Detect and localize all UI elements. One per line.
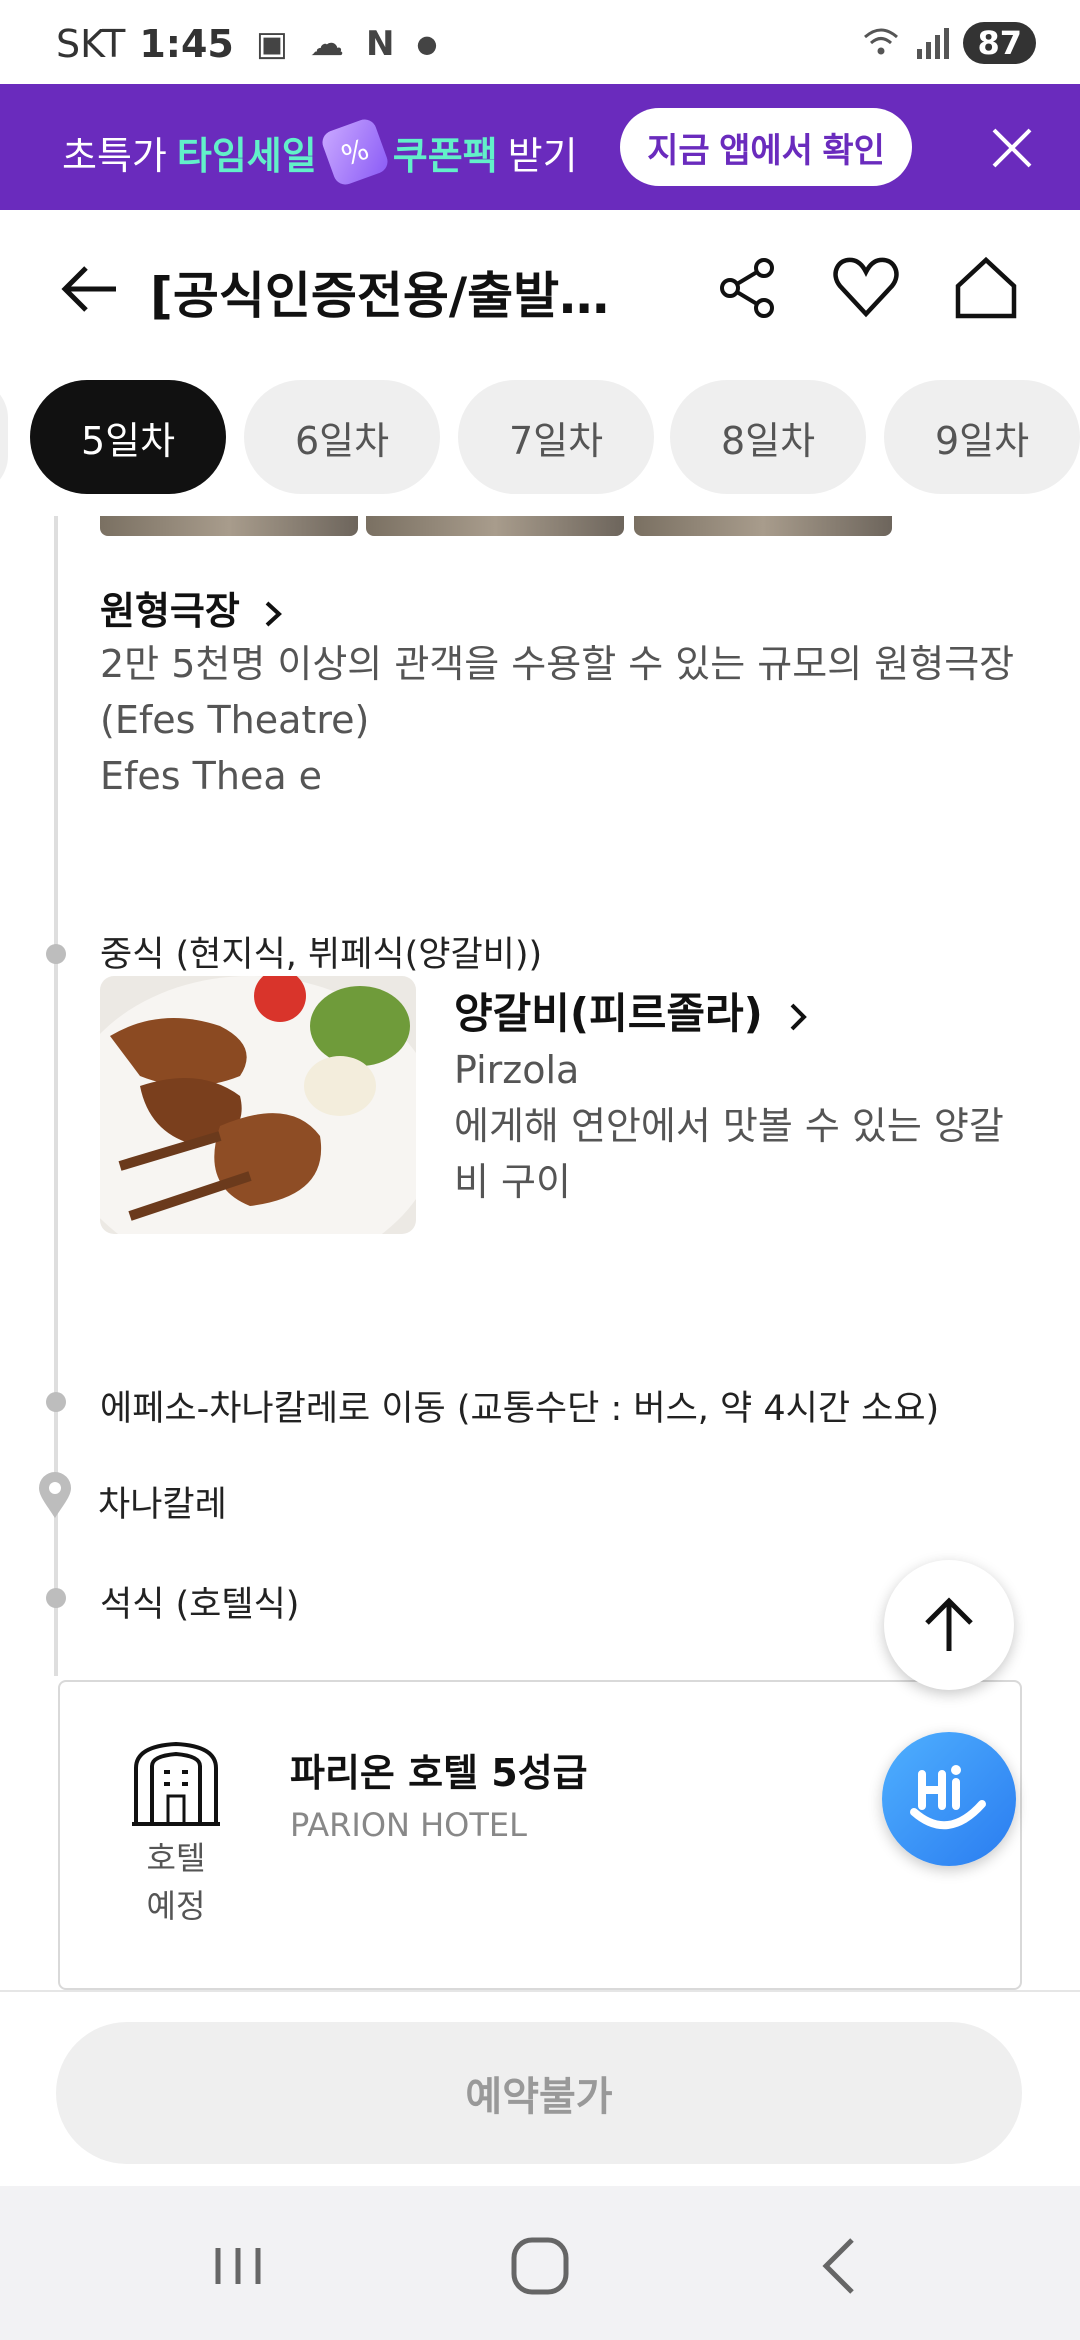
attraction-photo[interactable] bbox=[366, 516, 624, 536]
meal-description: 에게해 연안에서 맛볼 수 있는 양갈비 구이 bbox=[454, 1104, 1004, 1204]
battery-indicator: 87 bbox=[963, 22, 1036, 64]
attraction-photo[interactable] bbox=[634, 516, 892, 536]
meal-photo[interactable] bbox=[100, 976, 416, 1234]
scroll-to-top-button[interactable] bbox=[884, 1560, 1014, 1690]
tab-day-8[interactable]: 8일차 bbox=[670, 380, 866, 494]
arrow-up-icon bbox=[925, 1597, 973, 1651]
chevron-right-icon bbox=[790, 1003, 807, 1030]
signal-icon bbox=[917, 28, 950, 59]
coupon-tag-icon: % bbox=[318, 116, 391, 188]
hotel-building-icon bbox=[130, 1738, 222, 1830]
chevron-right-icon bbox=[265, 601, 283, 626]
close-icon[interactable] bbox=[982, 118, 1042, 178]
hotel-name: 파리온 호텔 5성급 bbox=[290, 1751, 588, 1795]
hotel-status-line1: 호텔 bbox=[146, 1839, 206, 1877]
reserve-button[interactable]: 예약불가 bbox=[56, 2022, 1022, 2164]
status-bar: SKT 1:45 ▣ ☁ N ● 87 bbox=[0, 0, 1080, 84]
attraction-description-en: (Efes Theatre) bbox=[100, 698, 370, 742]
promo-suffix: 받기 bbox=[507, 133, 578, 178]
location-pin-icon bbox=[36, 1470, 74, 1520]
cloud-icon: ☁ bbox=[309, 24, 344, 64]
back-nav-icon[interactable] bbox=[802, 2226, 882, 2306]
promo-text: 초특가 타임세일 % 쿠폰팩 받기 bbox=[62, 116, 578, 188]
status-right: 87 bbox=[861, 22, 1036, 64]
status-left: SKT 1:45 ▣ ☁ N ● bbox=[56, 22, 437, 66]
tab-previous-partial[interactable] bbox=[0, 380, 8, 494]
hotel-name-en: PARION HOTEL bbox=[290, 1806, 527, 1844]
back-arrow-icon[interactable] bbox=[56, 254, 126, 324]
screenshot-icon: ▣ bbox=[255, 24, 288, 64]
home-icon[interactable] bbox=[950, 252, 1022, 324]
attraction-photo[interactable] bbox=[100, 516, 358, 536]
hotel-status: 호텔 예정 bbox=[130, 1834, 222, 1930]
move-info: 에페소-차나칼레로 이동 (교통수단 : 버스, 약 4시간 소요) bbox=[100, 1389, 940, 1429]
promo-banner: 초특가 타임세일 % 쿠폰팩 받기 지금 앱에서 확인 bbox=[0, 84, 1080, 210]
tab-day-7[interactable]: 7일차 bbox=[458, 380, 654, 494]
naver-icon: N bbox=[365, 24, 395, 64]
tab-day-6[interactable]: 6일차 bbox=[244, 380, 440, 494]
open-app-button[interactable]: 지금 앱에서 확인 bbox=[620, 108, 912, 186]
carrier-label: SKT bbox=[56, 22, 126, 66]
system-nav-bar bbox=[0, 2186, 1080, 2340]
dinner-info: 석식 (호텔식) bbox=[100, 1585, 300, 1625]
meal-name-en: Pirzola bbox=[454, 1048, 580, 1092]
bottom-action-bar: 예약불가 bbox=[0, 1990, 1080, 2186]
home-nav-icon[interactable] bbox=[500, 2226, 580, 2306]
attraction-extra: Efes Thea e bbox=[100, 754, 323, 798]
page-header: [공식인증전용/출발확... bbox=[0, 210, 1080, 366]
attraction-title-label: 원형극장 bbox=[100, 589, 240, 633]
heart-icon[interactable] bbox=[830, 252, 902, 324]
dot-icon: ● bbox=[416, 30, 438, 58]
timeline-dot bbox=[46, 1392, 66, 1412]
hotel-card[interactable]: 호텔 예정 파리온 호텔 5성급 PARION HOTEL bbox=[58, 1680, 1022, 1990]
wifi-icon bbox=[864, 28, 899, 55]
chatbot-button[interactable] bbox=[882, 1732, 1016, 1866]
clock: 1:45 bbox=[139, 22, 234, 66]
promo-highlight-timesale: 타임세일 bbox=[176, 133, 317, 178]
day-tabs: 5일차 6일차 7일차 8일차 9일차 bbox=[0, 380, 1080, 496]
timeline-dot bbox=[46, 1588, 66, 1608]
attraction-description-ko: 2만 5천명 이상의 관객을 수용할 수 있는 규모의 원형극장 bbox=[100, 642, 1015, 686]
meal-title-label: 양갈비(피르졸라) bbox=[454, 989, 763, 1038]
promo-prefix: 초특가 bbox=[62, 133, 167, 178]
timeline-dot bbox=[46, 944, 66, 964]
recent-apps-icon[interactable] bbox=[198, 2226, 278, 2306]
share-icon[interactable] bbox=[712, 252, 784, 324]
attraction-title[interactable]: 원형극장 bbox=[100, 580, 287, 635]
attraction-description: 2만 5천명 이상의 관객을 수용할 수 있는 규모의 원형극장 (Efes T… bbox=[100, 636, 1020, 804]
tab-day-9[interactable]: 9일차 bbox=[884, 380, 1080, 494]
hi-chat-icon bbox=[910, 1765, 986, 1830]
city-name: 차나칼레 bbox=[98, 1485, 227, 1525]
page-title: [공식인증전용/출발확... bbox=[150, 267, 640, 325]
meal-details: Pirzola 에게해 연안에서 맛볼 수 있는 양갈비 구이 bbox=[454, 1042, 1034, 1210]
promo-highlight-coupon: 쿠폰팩 bbox=[392, 133, 498, 178]
meal-label: 중식 (현지식, 뷔페식(양갈비)) bbox=[100, 935, 543, 975]
tab-day-5[interactable]: 5일차 bbox=[30, 380, 226, 494]
hotel-status-line2: 예정 bbox=[146, 1887, 206, 1925]
meal-title[interactable]: 양갈비(피르졸라) bbox=[454, 980, 812, 1041]
